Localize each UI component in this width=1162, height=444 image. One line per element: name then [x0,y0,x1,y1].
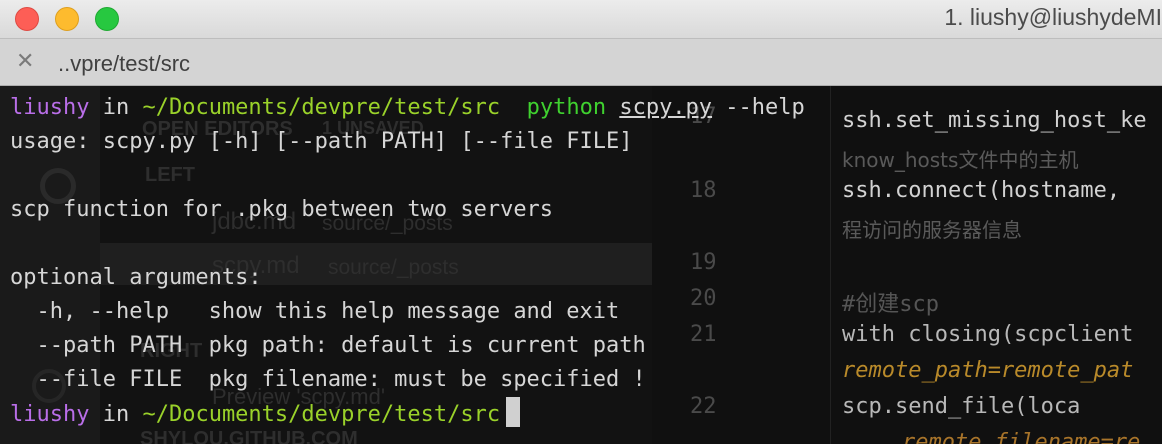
prompt-path: ~/Documents/devpre/test/src [142,95,501,120]
terminal-pane[interactable]: OPEN EDITORS 1 UNSAVED LEFT jdbc.md sour… [0,86,1162,444]
output-line: -h, --help show this help message and ex… [10,299,620,324]
ghost-code-line: know_hosts文件中的主机 [842,148,1079,172]
ghost-code-line: 程访问的服务器信息 [842,218,1022,242]
prompt-in: in [89,95,143,120]
minimize-window-button[interactable] [55,7,79,31]
ghost-code-line: remote_filename=re [902,430,1141,444]
ghost-file2-dir: source/_posts [328,256,459,279]
ghost-code-line: scp.send_file(loca [842,394,1081,419]
terminal-window: 1. liushy@liushydeMI ✕ ..vpre/test/src O… [0,0,1162,444]
ghost-code-line: with closing(scpclient [842,322,1134,347]
output-line: scp function for .pkg between two server… [10,197,554,222]
output-line: optional arguments: [10,265,262,290]
ghost-line-number: 18 [690,178,717,203]
ghost-line-number: 22 [690,394,717,419]
window-title: 1. liushy@liushydeMI [944,4,1162,30]
command-script: scpy.py [619,95,713,120]
tab-bar: ✕ ..vpre/test/src [0,39,1162,86]
ghost-left: LEFT [145,164,195,186]
ghost-code-line: ssh.set_missing_host_ke [842,108,1147,133]
prompt-user: liushy [10,95,90,120]
zoom-window-button[interactable] [95,7,119,31]
ghost-line-number: 21 [690,322,717,347]
title-bar: 1. liushy@liushydeMI [0,0,1162,39]
close-window-button[interactable] [15,7,39,31]
prompt-path: ~/Documents/devpre/test/src [142,402,501,427]
ghost-code-line: #创建scp [842,292,939,317]
prompt-user: liushy [10,402,90,427]
command-args: --help [712,95,805,120]
ghost-line-number: 19 [690,250,717,275]
tab-title[interactable]: ..vpre/test/src [58,51,190,77]
output-line: usage: scpy.py [-h] [--path PATH] [--fil… [10,129,633,154]
ghost-code-line: remote_path=remote_pat [842,358,1134,383]
prompt-line: liushy in ~/Documents/devpre/test/src [10,397,521,431]
output-line: --path PATH pkg path: default is current… [10,333,646,358]
close-tab-icon[interactable]: ✕ [16,51,34,73]
ghost-code-line: ssh.connect(hostname, [842,178,1121,203]
output-line: --file FILE pkg filename: must be specif… [10,367,646,392]
text-cursor [506,397,521,427]
ghost-editor [652,86,1162,444]
prompt-in: in [89,402,143,427]
prompt-line: liushy in ~/Documents/devpre/test/src py… [10,91,805,125]
ghost-gutter-divider [830,86,831,444]
command-name: python [526,95,607,120]
ghost-line-number: 20 [690,286,717,311]
